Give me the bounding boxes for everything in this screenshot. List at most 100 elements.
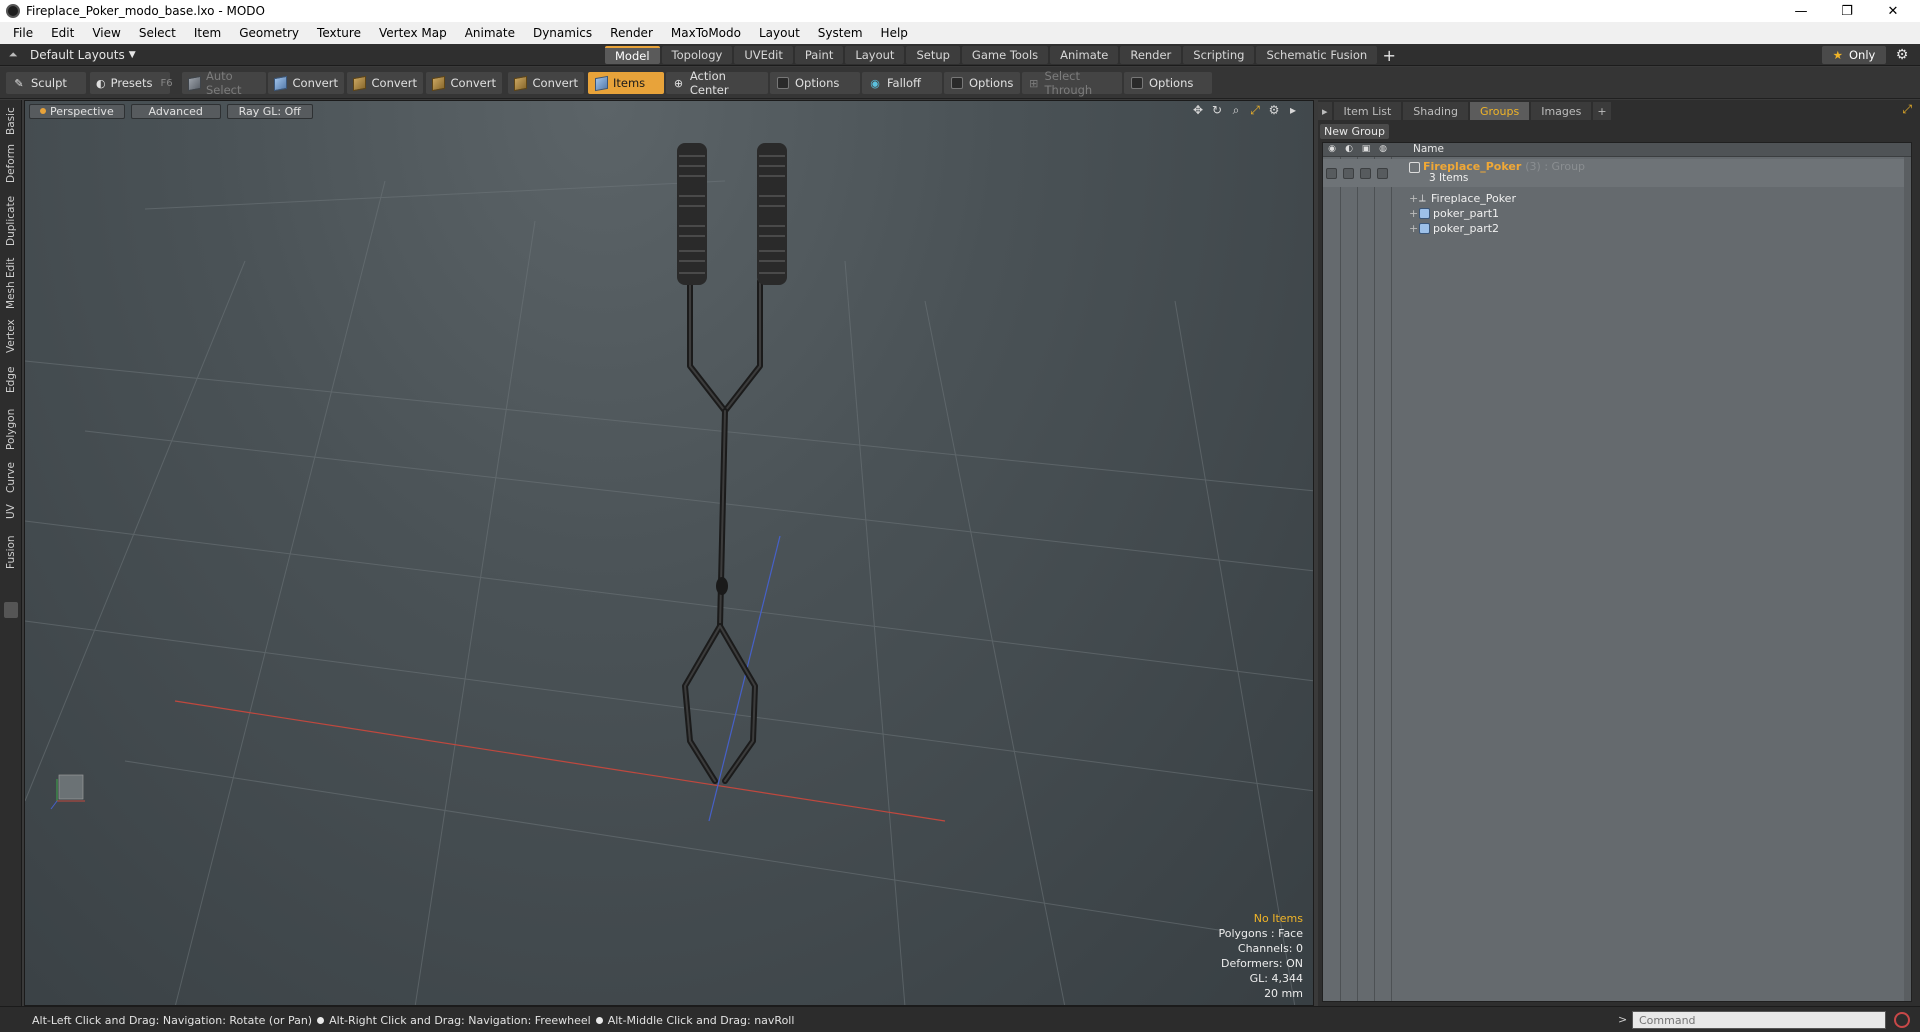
auto-select-button[interactable]: Auto Select xyxy=(182,69,266,97)
menu-view[interactable]: View xyxy=(83,26,129,40)
group-row-fireplace-poker[interactable]: Fireplace_Poker (3) : Group 3 Items xyxy=(1323,159,1911,187)
stop-icon[interactable] xyxy=(1894,1012,1910,1028)
panel-toggle-button[interactable] xyxy=(4,602,18,618)
lock-toggle-icon[interactable] xyxy=(1360,168,1371,179)
vtab-uv[interactable]: UV xyxy=(2,502,20,522)
add-panel-tab-icon[interactable]: + xyxy=(1593,102,1611,120)
select-lock-icon[interactable]: ◍ xyxy=(1376,144,1390,156)
fit-icon[interactable]: ⤢ xyxy=(1247,103,1263,119)
menu-geometry[interactable]: Geometry xyxy=(230,26,308,40)
menu-file[interactable]: File xyxy=(4,26,42,40)
select-through-button[interactable]: ⊞ Select Through xyxy=(1022,69,1122,97)
tab-scripting[interactable]: Scripting xyxy=(1183,46,1255,64)
menu-vertex-map[interactable]: Vertex Map xyxy=(370,26,456,40)
visibility-eye-icon[interactable]: ◉ xyxy=(1325,144,1339,156)
vtab-curve[interactable]: Curve xyxy=(2,460,20,496)
new-group-button[interactable]: New Group xyxy=(1320,124,1389,139)
render-icon[interactable]: ◐ xyxy=(1342,144,1356,156)
vtab-duplicate[interactable]: Duplicate xyxy=(2,196,20,246)
viewport-menu-icon[interactable]: ▸ xyxy=(1285,103,1301,119)
3d-viewport[interactable]: Perspective Advanced Ray GL: Off ✥ ↻ ⌕ ⤢… xyxy=(24,100,1314,1006)
only-button[interactable]: ★ Only xyxy=(1822,46,1886,64)
view-mode-button[interactable]: Perspective xyxy=(29,103,125,119)
convert-vertex-button[interactable]: Convert xyxy=(268,72,344,94)
close-button[interactable]: ✕ xyxy=(1870,0,1916,22)
expand-panel-icon[interactable]: ⤢ xyxy=(1902,102,1912,117)
action-center-button[interactable]: ⊕ Action Center xyxy=(666,69,768,97)
viewport-settings-icon[interactable]: ⚙ xyxy=(1266,103,1282,119)
convert-edge-button[interactable]: Convert xyxy=(347,72,423,94)
vtab-edge[interactable]: Edge xyxy=(2,362,20,398)
falloff-button[interactable]: ◉ Falloff xyxy=(862,72,942,94)
tab-animate[interactable]: Animate xyxy=(1050,46,1119,64)
visibility-toggle-icon[interactable] xyxy=(1326,168,1337,179)
expand-icon[interactable]: + xyxy=(1409,192,1418,205)
sculpt-button[interactable]: ✎ Sculpt xyxy=(6,72,86,94)
tab-game-tools[interactable]: Game Tools xyxy=(961,46,1049,64)
menu-help[interactable]: Help xyxy=(872,26,917,40)
hint-roll: Alt-Middle Click and Drag: navRoll xyxy=(607,1013,795,1027)
vtab-fusion[interactable]: Fusion xyxy=(2,532,20,572)
menu-system[interactable]: System xyxy=(809,26,872,40)
menu-item[interactable]: Item xyxy=(185,26,230,40)
tab-uvedit[interactable]: UVEdit xyxy=(734,46,793,64)
vtab-vertex[interactable]: Vertex xyxy=(2,316,20,356)
zoom-icon[interactable]: ⌕ xyxy=(1228,103,1244,119)
add-tab-icon[interactable]: + xyxy=(1379,46,1399,65)
tab-groups[interactable]: Groups xyxy=(1469,102,1530,120)
shading-mode-button[interactable]: Advanced xyxy=(130,103,221,119)
tab-schematic-fusion[interactable]: Schematic Fusion xyxy=(1256,46,1378,64)
tab-render[interactable]: Render xyxy=(1120,46,1182,64)
convert-polygon-button[interactable]: Convert xyxy=(426,72,502,94)
maximize-button[interactable]: ❐ xyxy=(1824,0,1870,22)
vtab-deform[interactable]: Deform xyxy=(2,143,20,182)
vtab-polygon[interactable]: Polygon xyxy=(2,406,20,452)
lock-icon[interactable]: ▣ xyxy=(1359,144,1373,156)
menu-render[interactable]: Render xyxy=(601,26,662,40)
auto-select-label: Auto Select xyxy=(206,69,242,97)
menu-select[interactable]: Select xyxy=(130,26,185,40)
render-toggle-icon[interactable] xyxy=(1343,168,1354,179)
tab-layout[interactable]: Layout xyxy=(845,46,905,64)
expand-icon[interactable]: + xyxy=(1409,222,1418,235)
layout-selector[interactable]: ⏶ Default Layouts ▼ xyxy=(6,44,136,66)
tab-topology[interactable]: Topology xyxy=(661,46,733,64)
pin-icon[interactable]: ⏶ xyxy=(6,48,20,62)
items-button[interactable]: Items xyxy=(588,72,664,94)
menu-texture[interactable]: Texture xyxy=(308,26,370,40)
action-center-options-button[interactable]: Options xyxy=(770,72,860,94)
tab-paint[interactable]: Paint xyxy=(794,46,844,64)
minimize-button[interactable]: — xyxy=(1778,0,1824,22)
tab-item-list[interactable]: Item List xyxy=(1333,102,1402,120)
group-child-row[interactable]: + ⟂ Fireplace_Poker xyxy=(1323,191,1911,207)
select-options-button[interactable]: Options xyxy=(1124,72,1212,94)
menu-maxtomodo[interactable]: MaxToModo xyxy=(662,26,750,40)
rotate-icon[interactable]: ↻ xyxy=(1209,103,1225,119)
tab-shading[interactable]: Shading xyxy=(1403,102,1468,120)
command-input[interactable] xyxy=(1632,1011,1886,1029)
pan-icon[interactable]: ✥ xyxy=(1190,103,1206,119)
tab-model[interactable]: Model xyxy=(605,46,660,64)
name-column-header[interactable]: Name xyxy=(1413,143,1444,155)
groups-list[interactable]: ◉ ◐ ▣ ◍ Name Fireplace_Poker (3) : Group … xyxy=(1322,142,1912,1002)
vtab-mesh-edit[interactable]: Mesh Edit xyxy=(2,256,20,310)
tab-setup[interactable]: Setup xyxy=(906,46,960,64)
tab-images[interactable]: Images xyxy=(1531,102,1592,120)
expand-icon[interactable]: + xyxy=(1409,207,1418,220)
menu-layout[interactable]: Layout xyxy=(750,26,809,40)
group-child-row[interactable]: + poker_part1 xyxy=(1323,206,1911,222)
panel-menu-icon[interactable]: ▸ xyxy=(1318,102,1332,120)
vtab-basic[interactable]: Basic xyxy=(2,106,20,136)
groups-scrollbar[interactable] xyxy=(1904,157,1911,1001)
menu-dynamics[interactable]: Dynamics xyxy=(524,26,601,40)
presets-button[interactable]: ◐ Presets F6 xyxy=(90,72,173,94)
menu-edit[interactable]: Edit xyxy=(42,26,83,40)
command-history-icon[interactable]: > xyxy=(1618,1013,1627,1026)
raygl-toggle-button[interactable]: Ray GL: Off xyxy=(226,103,313,119)
group-child-row[interactable]: + poker_part2 xyxy=(1323,221,1911,237)
menu-animate[interactable]: Animate xyxy=(456,26,524,40)
convert-item-button[interactable]: Convert xyxy=(508,72,584,94)
select-toggle-icon[interactable] xyxy=(1377,168,1388,179)
falloff-options-button[interactable]: Options xyxy=(944,72,1020,94)
gear-icon[interactable]: ⚙ xyxy=(1892,46,1912,64)
